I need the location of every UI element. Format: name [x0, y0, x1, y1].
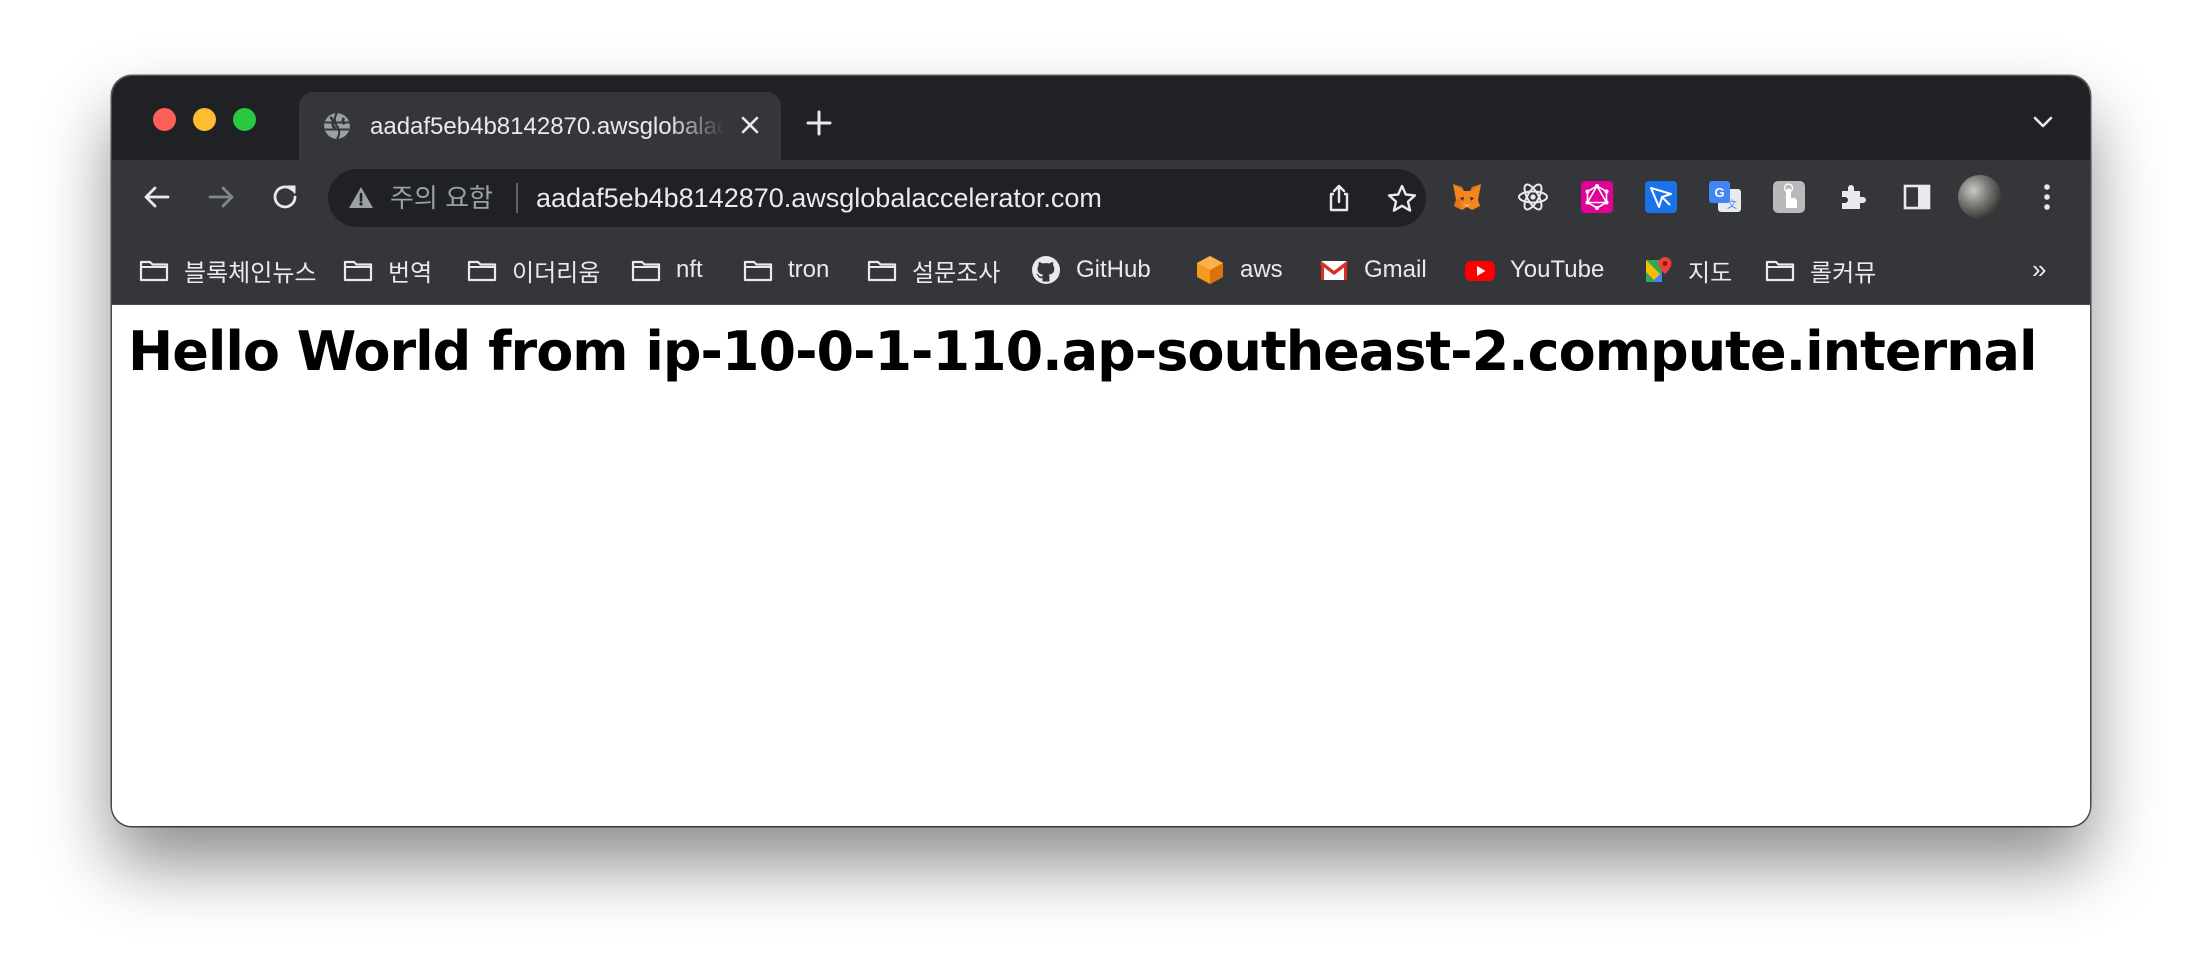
bookmark-label: aws	[1240, 256, 1283, 283]
bookmark-label: 번역	[388, 259, 433, 287]
bookmark-label: Gmail	[1364, 256, 1427, 283]
address-bar-divider	[516, 183, 518, 213]
bookmarks-bar: 블록체인뉴스 번역 이더리움 nft tron 설문조사 GitHub aws	[112, 236, 2090, 304]
tab-strip: aadaf5eb4b8142870.awsglobalaccelerator.c…	[112, 76, 2090, 160]
bookmark-label: YouTube	[1510, 256, 1605, 283]
bookmark-label: 롤커뮤	[1810, 259, 1877, 287]
bookmark-aws[interactable]: aws	[1194, 236, 1283, 304]
folder-icon	[138, 254, 170, 286]
graphql-icon[interactable]	[1580, 180, 1614, 214]
bookmark-folder[interactable]: tron	[742, 236, 829, 304]
folder-icon	[466, 254, 498, 286]
react-atom-icon[interactable]	[1516, 180, 1550, 214]
bookmark-label: 블록체인뉴스	[184, 259, 317, 287]
folder-icon	[342, 254, 374, 286]
bookmark-label: tron	[788, 256, 830, 283]
bookmark-folder[interactable]: 이더리움	[466, 236, 600, 304]
bookmark-label: 지도	[1688, 259, 1733, 287]
folder-icon	[1764, 254, 1796, 286]
touch-hand-icon[interactable]	[1772, 180, 1806, 214]
close-window-button[interactable]	[153, 108, 176, 131]
browser-toolbar: 주의 요함 aadaf5eb4b8142870.awsglobalacceler…	[112, 160, 2090, 236]
close-tab-icon[interactable]	[739, 114, 761, 136]
browser-window: aadaf5eb4b8142870.awsglobalaccelerator.c…	[112, 76, 2090, 826]
back-arrow-icon[interactable]	[140, 180, 174, 214]
minimize-window-button[interactable]	[193, 108, 216, 131]
extensions-puzzle-icon[interactable]	[1836, 180, 1870, 214]
security-warning-label[interactable]: 주의 요함	[390, 182, 493, 214]
bookmark-github[interactable]: GitHub	[1030, 236, 1151, 304]
globe-icon	[323, 112, 351, 140]
forward-arrow-icon[interactable]	[204, 180, 238, 214]
bookmark-folder[interactable]: 번역	[342, 236, 432, 304]
tab-title: aadaf5eb4b8142870.awsglobalaccelerator.c…	[370, 113, 725, 140]
bookmarks-overflow-button[interactable]: »	[2032, 256, 2046, 282]
warning-icon[interactable]	[348, 185, 374, 211]
profile-avatar[interactable]	[1958, 175, 2002, 219]
github-icon	[1030, 254, 1062, 286]
active-tab[interactable]: aadaf5eb4b8142870.awsglobalaccelerator.c…	[299, 92, 781, 160]
bookmark-folder[interactable]: 설문조사	[866, 236, 1000, 304]
gmail-icon	[1318, 254, 1350, 286]
bookmark-label: GitHub	[1076, 256, 1151, 283]
fullscreen-window-button[interactable]	[233, 108, 256, 131]
aws-cube-icon	[1194, 254, 1226, 286]
reload-icon[interactable]	[268, 180, 302, 214]
bookmark-label: 이더리움	[512, 259, 601, 287]
bookmark-gmail[interactable]: Gmail	[1318, 236, 1427, 304]
new-tab-icon[interactable]	[805, 109, 833, 137]
bookmark-folder[interactable]: nft	[630, 236, 703, 304]
metamask-fox-icon[interactable]	[1450, 180, 1484, 214]
send-pointer-icon[interactable]	[1644, 180, 1678, 214]
more-menu-icon[interactable]	[2032, 182, 2062, 212]
page-content: Hello World from ip-10-0-1-110.ap-southe…	[112, 305, 2090, 826]
svg-text:文: 文	[1727, 198, 1737, 211]
side-panel-icon[interactable]	[1900, 180, 1934, 214]
address-bar[interactable]: 주의 요함 aadaf5eb4b8142870.awsglobalacceler…	[328, 169, 1426, 227]
bookmark-folder[interactable]: 블록체인뉴스	[138, 236, 316, 304]
bookmark-label: 설문조사	[912, 259, 1001, 287]
page-heading: Hello World from ip-10-0-1-110.ap-southe…	[128, 320, 2037, 383]
svg-text:G: G	[1714, 185, 1724, 200]
bookmark-maps[interactable]: 지도	[1642, 236, 1732, 304]
google-translate-icon[interactable]: G文	[1708, 180, 1742, 214]
youtube-icon	[1464, 254, 1496, 286]
chevron-down-icon[interactable]	[2032, 114, 2054, 130]
folder-icon	[630, 254, 662, 286]
bookmark-youtube[interactable]: YouTube	[1464, 236, 1604, 304]
bookmark-star-icon[interactable]	[1386, 183, 1418, 215]
share-icon[interactable]	[1324, 183, 1354, 213]
folder-icon	[866, 254, 898, 286]
folder-icon	[742, 254, 774, 286]
url-text[interactable]: aadaf5eb4b8142870.awsglobalaccelerator.c…	[536, 182, 1102, 214]
google-maps-icon	[1642, 254, 1674, 286]
bookmark-folder[interactable]: 롤커뮤	[1764, 236, 1876, 304]
bookmark-label: nft	[676, 256, 703, 283]
